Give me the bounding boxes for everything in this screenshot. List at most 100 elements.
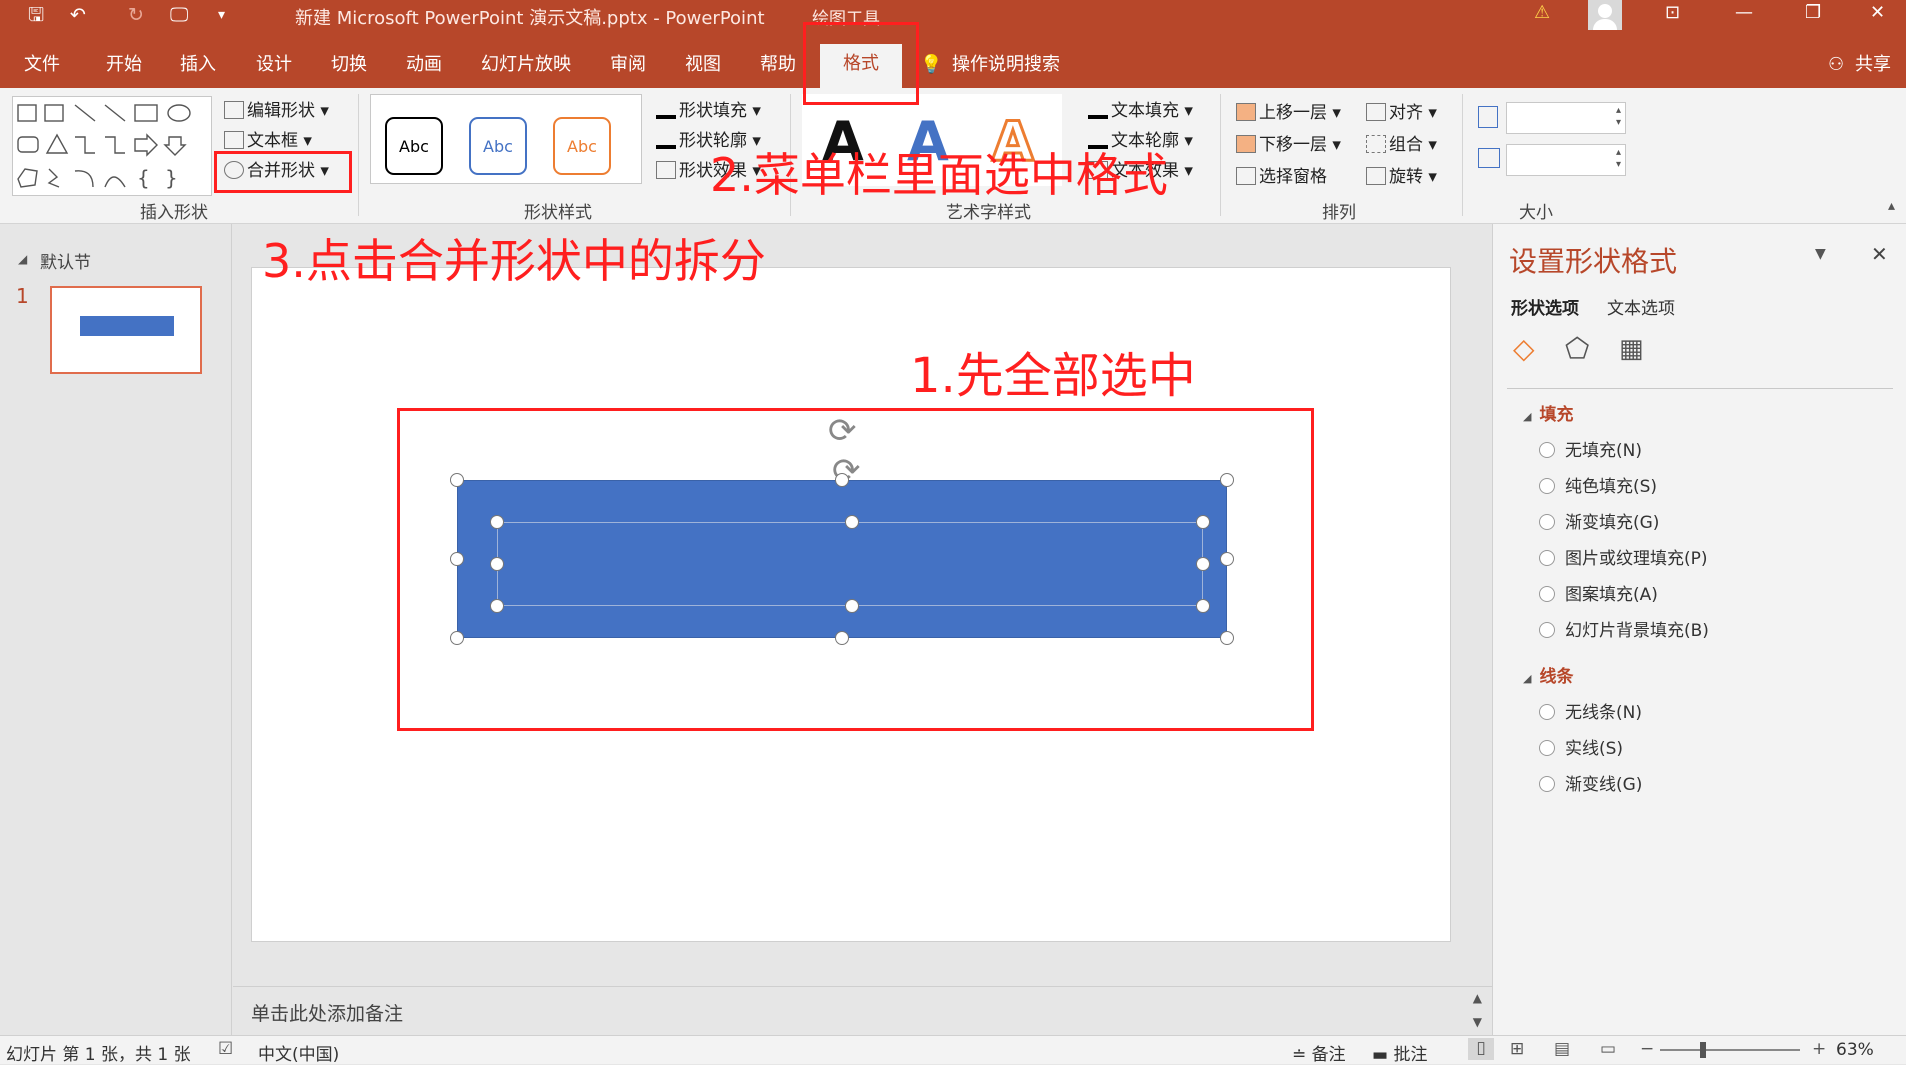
rotate-button[interactable]: 旋转 ▾ (1366, 162, 1437, 187)
save-icon[interactable]: 🖫 (28, 3, 44, 27)
zoom-slider[interactable] (1660, 1042, 1800, 1058)
size-group-label: 大小 (1519, 203, 1553, 223)
zoom-level[interactable]: 63% (1836, 1040, 1874, 1060)
avatar[interactable] (1588, 0, 1622, 30)
radio-solid-line[interactable]: 实线(S) (1539, 734, 1623, 759)
slide-thumbnail[interactable] (50, 286, 202, 374)
radio-gradient-fill[interactable]: 渐变填充(G) (1539, 508, 1659, 533)
pencil-icon (656, 131, 676, 149)
shape-height-input[interactable]: ▴ ▾ (1506, 102, 1626, 134)
title-bar: 🖫 ↶ ↻ 🖵 ▾ 新建 Microsoft PowerPoint 演示文稿.p… (0, 0, 1906, 30)
tab-slideshow[interactable]: 幻灯片放映 (481, 52, 571, 78)
status-bar: 幻灯片 第 1 张，共 1 张 ☑ 中文(中国) ≐ 备注 ▬ 批注 ▯ ⊞ ▤… (0, 1035, 1906, 1065)
style-preset-orange[interactable]: Abc (553, 117, 611, 175)
shape-width-input[interactable]: ▴ ▾ (1506, 144, 1626, 176)
pane-title: 设置形状格式 (1509, 245, 1678, 278)
tab-insert[interactable]: 插入 (180, 52, 216, 78)
radio-slide-background-fill[interactable]: 幻灯片背景填充(B) (1539, 616, 1709, 641)
height-icon (1478, 106, 1498, 128)
size-properties-icon[interactable]: ▦ (1619, 334, 1644, 364)
reading-view-icon[interactable]: ▤ (1554, 1039, 1570, 1059)
radio-no-line[interactable]: 无线条(N) (1539, 698, 1642, 723)
selection-pane-button[interactable]: 选择窗格 (1236, 162, 1327, 187)
section-name[interactable]: 默认节 (40, 248, 91, 273)
edit-shape-button[interactable]: 编辑形状 ▾ (224, 96, 329, 121)
restore-icon[interactable]: ❐ (1805, 2, 1821, 23)
fill-line-icon[interactable]: ◇ (1513, 332, 1535, 365)
tab-animations[interactable]: 动画 (406, 52, 442, 78)
radio-picture-fill[interactable]: 图片或纹理填充(P) (1539, 544, 1708, 569)
slide-thumbnail-pane: ◢ 默认节 1 (0, 224, 232, 1035)
tab-view[interactable]: 视图 (685, 52, 721, 78)
pane-options-icon[interactable]: ▼ (1815, 246, 1826, 262)
tab-review[interactable]: 审阅 (610, 52, 646, 78)
shape-fill-button[interactable]: 形状填充 ▾ (656, 96, 761, 121)
shapes-gallery-icons: {} (17, 104, 191, 190)
zoom-out-button[interactable]: − (1640, 1039, 1654, 1059)
language-status[interactable]: 中文(中国) (258, 1040, 339, 1065)
send-backward-label: 下移一层 (1259, 135, 1327, 155)
comments-button[interactable]: ▬ 批注 (1372, 1040, 1427, 1065)
scroll-up-icon[interactable]: ▲ (1473, 991, 1482, 1005)
rotate-label: 旋转 (1389, 167, 1423, 187)
share-button[interactable]: 共享 (1855, 52, 1891, 78)
tab-file[interactable]: 文件 (24, 52, 60, 78)
text-fill-button[interactable]: 文本填充 ▾ (1088, 96, 1193, 121)
textbox-button[interactable]: 文本框 ▾ (224, 126, 312, 151)
tab-text-options[interactable]: 文本选项 (1607, 294, 1675, 319)
radio-pattern-fill[interactable]: 图案填充(A) (1539, 580, 1658, 605)
line-section-header[interactable]: ◢ 线条 (1523, 662, 1573, 687)
align-button[interactable]: 对齐 ▾ (1366, 98, 1437, 123)
group-button[interactable]: 组合 ▾ (1366, 130, 1437, 155)
slide-sorter-icon[interactable]: ⊞ (1510, 1039, 1524, 1059)
effects-icon[interactable]: ⬠ (1565, 332, 1589, 365)
pane-divider (1507, 388, 1893, 389)
bring-forward-button[interactable]: 上移一层 ▾ (1236, 98, 1341, 123)
group-separator (358, 94, 359, 216)
tell-me-search[interactable]: 操作说明搜索 (952, 52, 1060, 78)
radio-gradient-line[interactable]: 渐变线(G) (1539, 770, 1642, 795)
fill-section-header[interactable]: ◢ 填充 (1523, 400, 1573, 425)
tab-transitions[interactable]: 切换 (331, 52, 367, 78)
tab-help[interactable]: 帮助 (760, 52, 796, 78)
shape-styles-gallery[interactable]: Abc Abc Abc (370, 94, 642, 184)
warning-icon[interactable]: ⚠ (1534, 2, 1550, 23)
customize-qa-icon[interactable]: ▾ (218, 3, 225, 27)
edit-shape-icon (224, 101, 244, 119)
radio-label: 图案填充(A) (1565, 585, 1658, 605)
style-preset-black[interactable]: Abc (385, 117, 443, 175)
present-icon[interactable]: 🖵 (170, 3, 188, 27)
section-collapse-icon[interactable]: ◢ (18, 252, 27, 266)
normal-view-icon[interactable]: ▯ (1468, 1038, 1494, 1060)
tab-shape-options[interactable]: 形状选项 (1511, 294, 1579, 319)
slideshow-view-icon[interactable]: ▭ (1600, 1039, 1616, 1059)
minimize-icon[interactable]: — (1735, 2, 1753, 23)
radio-solid-fill[interactable]: 纯色填充(S) (1539, 472, 1657, 497)
notes-toggle-button[interactable]: ≐ 备注 (1292, 1040, 1346, 1065)
radio-no-fill[interactable]: 无填充(N) (1539, 436, 1642, 461)
close-icon[interactable]: ✕ (1870, 2, 1885, 23)
ribbon-display-icon[interactable]: ⊡ (1665, 2, 1680, 23)
slide-count: 幻灯片 第 1 张，共 1 张 (6, 1045, 191, 1065)
zoom-in-button[interactable]: + (1812, 1039, 1826, 1059)
pane-close-icon[interactable]: ✕ (1871, 242, 1888, 266)
style-preset-blue[interactable]: Abc (469, 117, 527, 175)
collapse-ribbon-icon[interactable]: ▴ (1888, 198, 1895, 214)
shapes-gallery[interactable]: {} (12, 96, 212, 196)
spell-check-icon[interactable]: ☑ (218, 1039, 233, 1059)
scroll-down-icon[interactable]: ▼ (1473, 1015, 1482, 1029)
radio-label: 无线条(N) (1565, 703, 1642, 723)
text-outline-icon (1088, 131, 1108, 149)
send-backward-button[interactable]: 下移一层 ▾ (1236, 130, 1341, 155)
tab-home[interactable]: 开始 (106, 52, 142, 78)
annotation-box-format-tab (803, 22, 919, 105)
zoom-slider-thumb[interactable] (1700, 1042, 1706, 1058)
notes-pane[interactable]: 单击此处添加备注 ▲ ▼ (233, 986, 1492, 1035)
document-title: 新建 Microsoft PowerPoint 演示文稿.pptx - Powe… (295, 8, 765, 29)
group-icon (1366, 135, 1386, 153)
redo-icon[interactable]: ↻ (128, 3, 144, 27)
edit-shape-label: 编辑形状 (247, 101, 315, 121)
tab-design[interactable]: 设计 (256, 52, 292, 78)
text-fill-label: 文本填充 (1111, 101, 1179, 121)
undo-icon[interactable]: ↶ (70, 3, 86, 27)
